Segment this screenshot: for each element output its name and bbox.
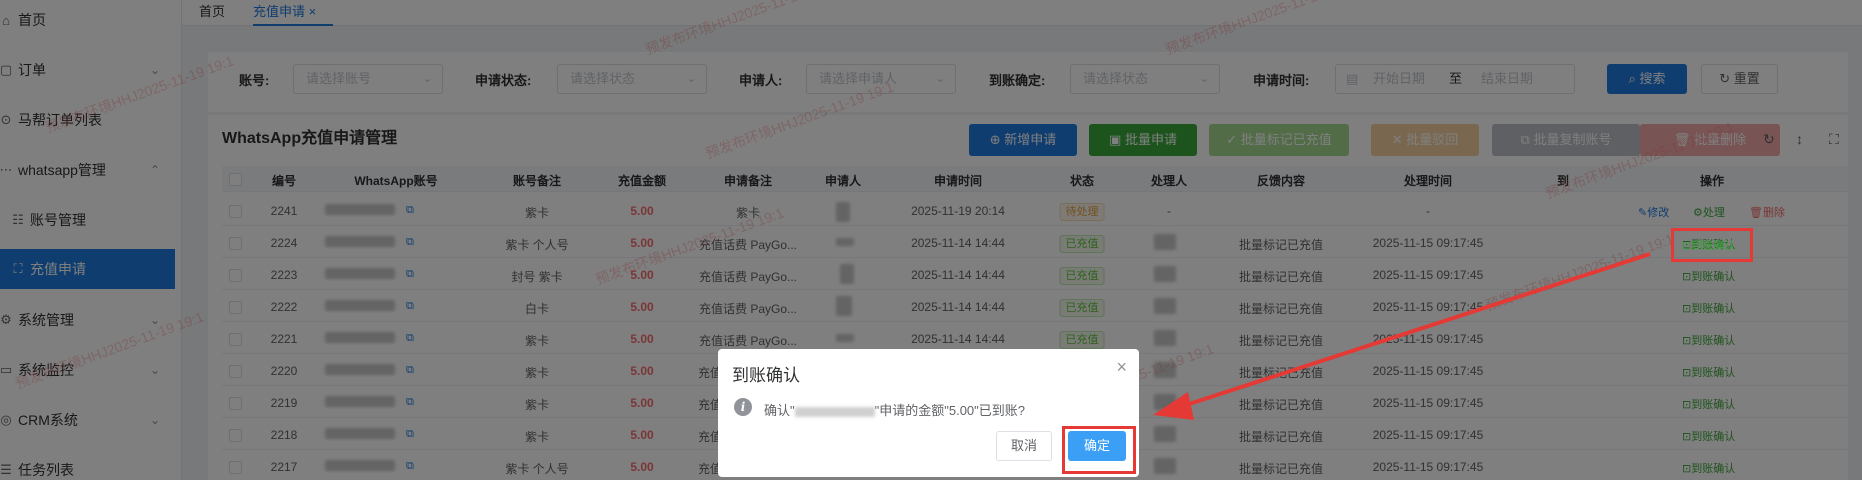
annotation-box [1062,426,1136,474]
cancel-button[interactable]: 取消 [996,431,1052,461]
dialog-title: 到账确认 [732,366,800,385]
info-icon: i [734,398,752,416]
dialog-message: 确认" "申请的金额"5.00"已到账? [764,400,1025,419]
close-icon[interactable]: × [1116,357,1127,378]
dialog-message-prefix: 确认" [764,403,795,418]
arrow-shaft [1179,252,1651,409]
redacted-account [794,406,875,417]
dialog-message-suffix: "申请的金额"5.00"已到账? [874,403,1026,418]
arrow-head [1153,392,1194,420]
